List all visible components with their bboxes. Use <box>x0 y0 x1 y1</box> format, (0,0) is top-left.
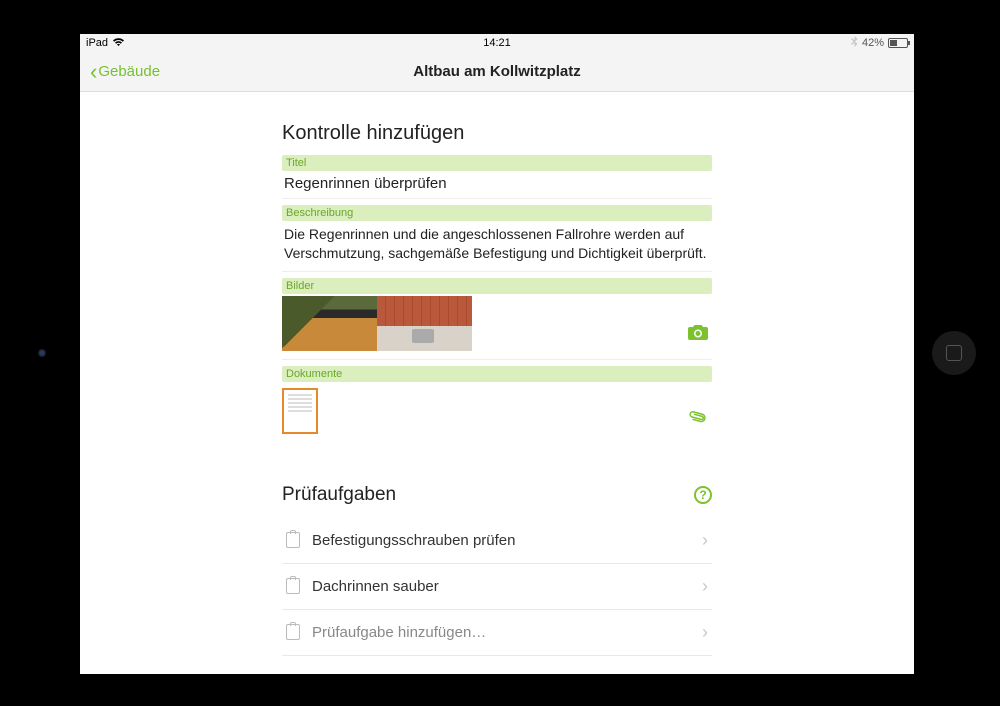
back-label: Gebäude <box>98 63 160 80</box>
images-row <box>282 294 712 360</box>
tablet-camera <box>38 349 46 357</box>
task-item-1[interactable]: Befestigungsschrauben prüfen › <box>282 518 712 564</box>
document-thumbnail[interactable] <box>282 388 318 434</box>
attach-icon[interactable] <box>685 404 712 433</box>
field-label-documents: Dokumente <box>282 366 712 382</box>
nav-bar: ‹ Gebäude Altbau am Kollwitzplatz <box>80 52 914 92</box>
wifi-icon <box>112 37 125 50</box>
task-list: Befestigungsschrauben prüfen › Dachrinne… <box>282 518 712 656</box>
field-label-description: Beschreibung <box>282 205 712 221</box>
device-label: iPad <box>86 37 108 49</box>
task-item-2[interactable]: Dachrinnen sauber › <box>282 564 712 610</box>
section-add-control: Kontrolle hinzufügen <box>282 122 712 145</box>
battery-pct: 42% <box>862 37 884 49</box>
clipboard-icon <box>286 578 300 594</box>
image-thumbnail-1[interactable] <box>282 296 377 351</box>
field-label-title: Titel <box>282 155 712 171</box>
documents-row <box>282 382 712 444</box>
clipboard-icon <box>286 532 300 548</box>
field-label-images: Bilder <box>282 278 712 294</box>
help-icon[interactable]: ? <box>694 486 712 504</box>
battery-icon <box>888 38 908 48</box>
task-label: Prüfaufgabe hinzufügen… <box>312 624 486 641</box>
clipboard-icon <box>286 624 300 640</box>
task-label: Dachrinnen sauber <box>312 578 439 595</box>
image-thumbnail-2[interactable] <box>377 296 472 351</box>
title-input[interactable]: Regenrinnen überprüfen <box>282 171 712 199</box>
back-button[interactable]: ‹ Gebäude <box>90 61 160 83</box>
description-input[interactable]: Die Regenrinnen und die angeschlossenen … <box>282 221 712 272</box>
chevron-right-icon: › <box>702 576 708 597</box>
chevron-right-icon: › <box>702 622 708 643</box>
status-bar: iPad 14:21 42% <box>80 34 914 52</box>
content-area: Kontrolle hinzufügen Titel Regenrinnen ü… <box>80 92 914 674</box>
bluetooth-icon <box>851 36 858 50</box>
task-label: Befestigungsschrauben prüfen <box>312 532 515 549</box>
chevron-right-icon: › <box>702 530 708 551</box>
page-title: Altbau am Kollwitzplatz <box>80 63 914 80</box>
chevron-left-icon: ‹ <box>90 61 97 83</box>
camera-icon[interactable] <box>688 324 708 345</box>
section-tasks: Prüfaufgaben ? <box>282 484 712 506</box>
home-button[interactable] <box>932 331 976 375</box>
tasks-heading: Prüfaufgaben <box>282 484 396 506</box>
screen: iPad 14:21 42% ‹ Gebäude Altbau am Kollw… <box>80 34 914 674</box>
task-item-add[interactable]: Prüfaufgabe hinzufügen… › <box>282 610 712 656</box>
clock: 14:21 <box>80 37 914 49</box>
